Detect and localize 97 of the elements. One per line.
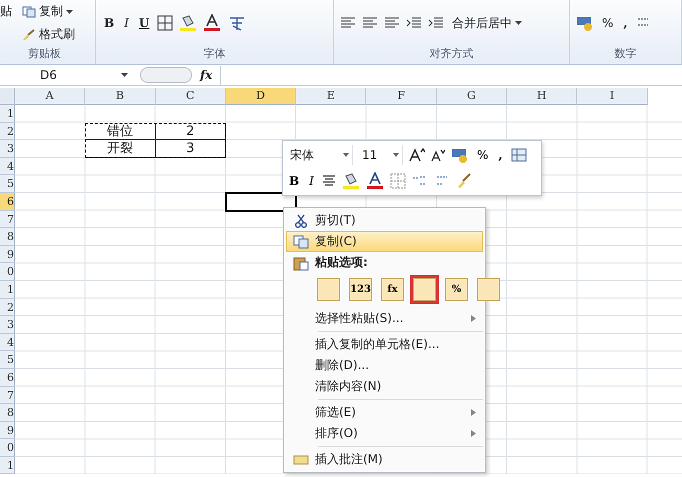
font-color-icon[interactable] bbox=[366, 172, 384, 190]
column-header[interactable]: C bbox=[156, 88, 226, 105]
menu-item[interactable]: 删除(D)... bbox=[286, 355, 483, 376]
row-header[interactable]: 5 bbox=[0, 175, 15, 193]
column-header[interactable]: I bbox=[577, 88, 648, 105]
italic-button[interactable]: I bbox=[122, 15, 131, 31]
row-header[interactable]: 3 bbox=[0, 140, 15, 158]
clipboard-icon bbox=[293, 254, 309, 270]
paste-options-heading: 粘贴选项: bbox=[315, 254, 368, 271]
percent-button[interactable]: % bbox=[600, 15, 616, 31]
align-icon[interactable] bbox=[384, 16, 400, 30]
group-label: 数字 bbox=[614, 46, 638, 62]
row-header[interactable]: 2 bbox=[0, 122, 15, 140]
italic-button[interactable]: I bbox=[307, 174, 316, 188]
row-header[interactable]: 6 bbox=[0, 192, 15, 211]
row-header[interactable]: 1 bbox=[0, 105, 15, 123]
shrink-font-icon[interactable] bbox=[431, 148, 445, 162]
paste-option-button[interactable] bbox=[410, 275, 439, 304]
formula-controls bbox=[140, 67, 192, 83]
caret-icon bbox=[343, 153, 349, 157]
fill-color-icon[interactable] bbox=[342, 172, 360, 190]
percent-button[interactable]: % bbox=[475, 148, 490, 162]
row-header[interactable]: 9 bbox=[0, 422, 15, 440]
menu-item[interactable]: 清除内容(N) bbox=[286, 376, 483, 397]
row-header[interactable]: 1 bbox=[0, 280, 15, 299]
grow-font-icon[interactable] bbox=[409, 148, 425, 162]
caret-icon bbox=[66, 10, 73, 14]
row-header[interactable]: 3 bbox=[0, 316, 15, 334]
scissors-icon bbox=[294, 214, 308, 228]
column-header[interactable]: A bbox=[15, 88, 86, 105]
menu-item[interactable]: 排序(O) bbox=[286, 423, 483, 444]
format-table-icon[interactable] bbox=[510, 148, 527, 162]
fill-color-icon[interactable] bbox=[179, 14, 198, 32]
bold-button[interactable]: B bbox=[287, 174, 302, 188]
row-header[interactable]: 0 bbox=[0, 439, 15, 457]
caret-icon bbox=[515, 21, 522, 25]
column-header[interactable]: E bbox=[296, 88, 366, 105]
row-header[interactable]: 5 bbox=[0, 351, 15, 369]
column-header[interactable]: B bbox=[85, 88, 156, 105]
submenu-arrow-icon bbox=[471, 315, 476, 322]
align-center-icon[interactable] bbox=[322, 174, 336, 188]
indent-icon[interactable] bbox=[406, 16, 422, 30]
copy-icon bbox=[22, 6, 36, 18]
caret-icon bbox=[121, 73, 128, 77]
align-icon[interactable] bbox=[362, 16, 378, 30]
row-header[interactable]: 7 bbox=[0, 210, 15, 228]
borders-icon[interactable] bbox=[157, 15, 174, 31]
menu-item[interactable]: 筛选(E) bbox=[286, 402, 483, 423]
brush-icon bbox=[22, 28, 36, 40]
copy-icon bbox=[293, 234, 309, 248]
row-header[interactable]: 6 bbox=[0, 368, 15, 386]
brush-icon[interactable] bbox=[456, 173, 472, 189]
font-color-icon[interactable] bbox=[203, 14, 222, 32]
menu-item[interactable]: 插入复制的单元格(E)... bbox=[286, 334, 483, 355]
currency-icon[interactable] bbox=[451, 147, 469, 163]
merge-center-button[interactable]: 合并后居中 bbox=[450, 14, 524, 32]
row-header[interactable]: 8 bbox=[0, 228, 15, 246]
group-label: 字体 bbox=[202, 46, 226, 62]
row-header[interactable]: 7 bbox=[0, 386, 15, 404]
row-header[interactable]: 9 bbox=[0, 246, 15, 264]
currency-icon[interactable] bbox=[576, 15, 594, 31]
clipboard-command[interactable]: 格式刷 bbox=[20, 25, 77, 44]
menu-item[interactable]: 插入批注(M) bbox=[286, 449, 483, 470]
menu-item[interactable]: 选择性粘贴(S)... bbox=[286, 308, 483, 329]
bold-button[interactable]: B bbox=[102, 15, 116, 31]
column-header[interactable]: D bbox=[226, 88, 296, 105]
row-header[interactable]: 2 bbox=[0, 298, 15, 316]
font-field[interactable]: 宋体 bbox=[287, 145, 353, 165]
column-header[interactable]: F bbox=[366, 88, 437, 105]
menu-item[interactable]: 剪切(T) bbox=[286, 210, 483, 231]
submenu-arrow-icon bbox=[471, 409, 476, 416]
indent-icon[interactable] bbox=[428, 16, 444, 30]
submenu-arrow-icon bbox=[471, 430, 476, 437]
menu-item[interactable]: 复制(C) bbox=[286, 231, 483, 252]
row-header[interactable]: 4 bbox=[0, 334, 15, 352]
row-header[interactable]: 8 bbox=[0, 404, 15, 422]
row-header[interactable]: 1 bbox=[0, 456, 15, 474]
name-box[interactable]: D6 bbox=[0, 68, 132, 82]
column-header[interactable]: G bbox=[436, 88, 508, 105]
note-icon bbox=[293, 454, 309, 464]
clipboard-command[interactable]: 复制 bbox=[20, 2, 77, 21]
underline-button[interactable]: U bbox=[136, 15, 152, 31]
paste-button[interactable]: 贴 bbox=[0, 2, 14, 21]
paste-option-button[interactable]: 123 bbox=[346, 275, 375, 304]
group-label: 对齐方式 bbox=[428, 46, 474, 62]
paste-option-button[interactable]: fx bbox=[378, 275, 407, 304]
row-header[interactable]: 0 bbox=[0, 263, 15, 281]
row-header[interactable]: 4 bbox=[0, 158, 15, 176]
insert-function-button[interactable]: fx bbox=[200, 68, 212, 82]
align-icon[interactable] bbox=[340, 16, 356, 30]
caret-icon bbox=[393, 153, 399, 157]
column-header[interactable]: H bbox=[507, 88, 578, 105]
group-label: 剪贴板 bbox=[27, 46, 62, 62]
comma-button[interactable]: , bbox=[496, 148, 505, 162]
paste-option-button[interactable]: % bbox=[442, 275, 471, 304]
font-size-field[interactable]: 11 bbox=[359, 145, 403, 165]
comma-button[interactable]: , bbox=[621, 15, 630, 31]
